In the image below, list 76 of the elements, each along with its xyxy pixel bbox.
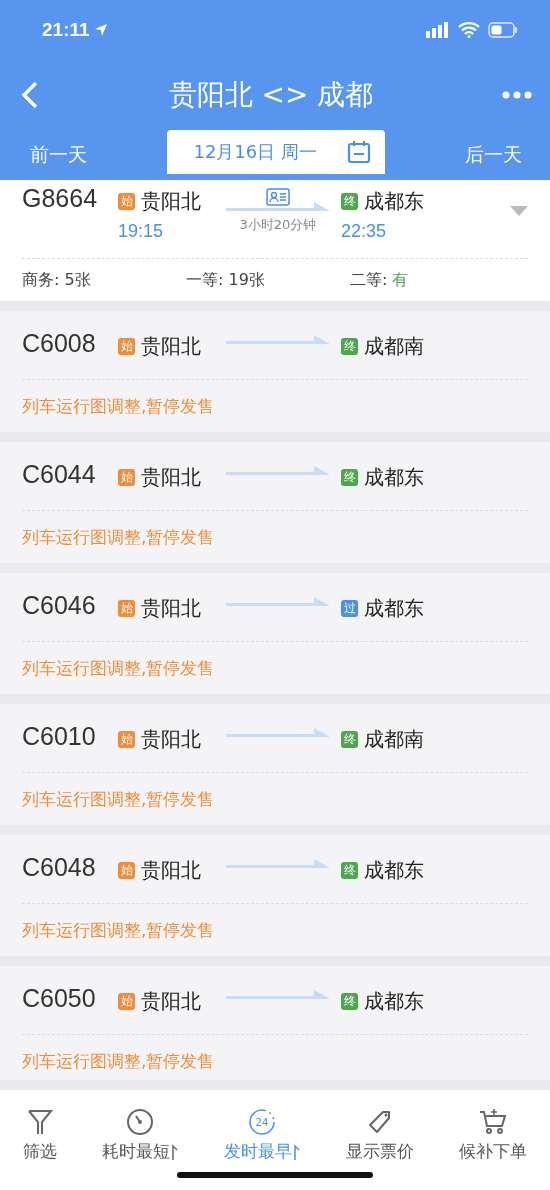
arrival-station: 成都南: [364, 726, 424, 753]
sale-notice: 列车运行图调整,暂停发售: [22, 525, 215, 549]
battery-icon: [488, 22, 518, 38]
train-number: C6044: [22, 460, 97, 489]
arrival-station: 成都东: [364, 464, 424, 491]
station-badge: 始: [118, 731, 135, 748]
train-number: C6048: [22, 853, 97, 882]
arrival-station: 成都南: [364, 333, 424, 360]
seat-availability: 一等: 19张: [186, 269, 266, 291]
arrival-station: 成都东: [364, 988, 424, 1015]
stopwatch-icon: [126, 1108, 155, 1136]
wifi-icon: [458, 22, 480, 38]
departure-station: 贵阳北: [141, 188, 201, 215]
station-badge: 终: [341, 993, 358, 1010]
filter-icon: [25, 1108, 54, 1136]
station-badge: 过: [341, 600, 358, 617]
train-card[interactable]: G8664 始 贵阳北 19:15 3小时20分钟 终 成都东 22:35 商务: 5张 一等: 19张 二等: 有: [0, 180, 550, 301]
departure-station: 贵阳北: [141, 464, 201, 491]
toolbar-tab[interactable]: 耗时最短: [102, 1108, 179, 1190]
caret-icon[interactable]: [510, 206, 528, 216]
station-badge: 始: [118, 993, 135, 1010]
status-time: 21:11: [42, 19, 90, 41]
train-number: C6008: [22, 329, 97, 358]
train-card[interactable]: C6046 始 贵阳北 过 成都东 列车运行图调整,暂停发售: [0, 573, 550, 694]
sale-notice: 列车运行图调整,暂停发售: [22, 656, 215, 680]
station-badge: 始: [118, 193, 135, 210]
toolbar-tab[interactable]: 筛选: [22, 1108, 57, 1190]
cart-icon: [478, 1108, 509, 1136]
train-number: C6050: [22, 984, 97, 1013]
seat-availability: 二等: 有: [350, 269, 410, 291]
arrival-station: 成都东: [364, 595, 424, 622]
departure-time: 19:15: [118, 221, 165, 242]
station-badge: 始: [118, 469, 135, 486]
arrival-station: 成都东: [364, 857, 424, 884]
station-badge: 始: [118, 338, 135, 355]
train-number: C6046: [22, 591, 97, 620]
signal-icon: [426, 22, 450, 38]
travel-duration: 3小时20分钟: [239, 216, 317, 234]
station-badge: 终: [341, 469, 358, 486]
sort-icon: [294, 1143, 300, 1160]
station-badge: 终: [341, 731, 358, 748]
sale-notice: 列车运行图调整,暂停发售: [22, 1049, 215, 1073]
calendar-icon: [347, 140, 371, 164]
station-badge: 始: [118, 862, 135, 879]
toolbar-tab[interactable]: 候补下单: [459, 1108, 528, 1190]
more-icon[interactable]: [502, 91, 532, 99]
departure-station: 贵阳北: [141, 726, 201, 753]
arrival-time: 22:35: [341, 221, 388, 242]
back-icon[interactable]: [20, 80, 40, 110]
seat-availability: 商务: 5张: [22, 269, 92, 291]
train-card[interactable]: C6048 始 贵阳北 终 成都东 列车运行图调整,暂停发售: [0, 835, 550, 956]
departure-station: 贵阳北: [141, 857, 201, 884]
station-badge: 终: [341, 862, 358, 879]
clock-circle-icon: [248, 1108, 276, 1136]
train-card[interactable]: C6008 始 贵阳北 终 成都南 列车运行图调整,暂停发售: [0, 311, 550, 432]
train-card[interactable]: C6044 始 贵阳北 终 成都东 列车运行图调整,暂停发售: [0, 442, 550, 563]
train-card[interactable]: C6010 始 贵阳北 终 成都南 列车运行图调整,暂停发售: [0, 704, 550, 825]
station-badge: 始: [118, 600, 135, 617]
arrival-station: 成都东: [364, 188, 424, 215]
icon-number: 24: [255, 1116, 269, 1128]
station-badge: 终: [341, 193, 358, 210]
sale-notice: 列车运行图调整,暂停发售: [22, 394, 215, 418]
train-card[interactable]: C6050 始 贵阳北 终 成都东 列车运行图调整,暂停发售: [0, 966, 550, 1080]
id-card-icon: [266, 188, 290, 206]
departure-station: 贵阳北: [141, 333, 201, 360]
train-number: C6010: [22, 722, 97, 751]
departure-station: 贵阳北: [141, 595, 201, 622]
toolbar-tab[interactable]: 显示票价: [345, 1108, 414, 1190]
sale-notice: 列车运行图调整,暂停发售: [22, 787, 215, 811]
route-title: 贵阳北 <> 成都: [168, 77, 374, 113]
sort-icon: [172, 1143, 179, 1160]
train-number: G8664: [22, 184, 99, 213]
departure-station: 贵阳北: [141, 988, 201, 1015]
station-badge: 终: [341, 338, 358, 355]
sale-notice: 列车运行图调整,暂停发售: [22, 918, 215, 942]
location-arrow-icon: [93, 23, 108, 37]
